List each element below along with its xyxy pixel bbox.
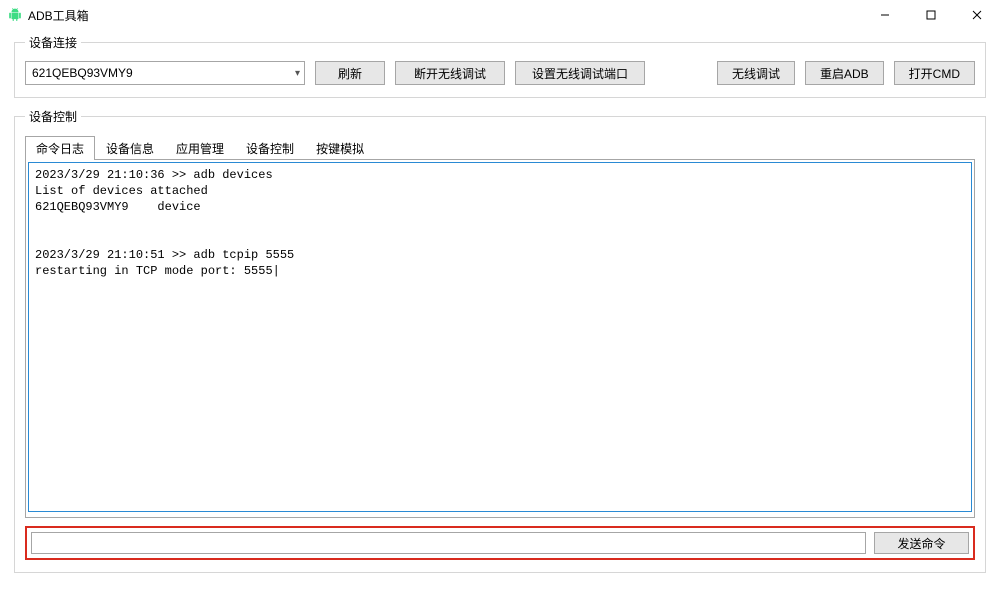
device-connect-group: 设备连接 621QEBQ93VMY9 ▾ 刷新 断开无线调试 设置无线调试端口 …	[14, 34, 986, 98]
device-select[interactable]: 621QEBQ93VMY9 ▾	[25, 61, 305, 85]
disconnect-wifi-button[interactable]: 断开无线调试	[395, 61, 505, 85]
set-wifi-port-button[interactable]: 设置无线调试端口	[515, 61, 645, 85]
window-controls	[862, 0, 1000, 30]
title-bar: ADB工具箱	[0, 0, 1000, 30]
tab-log[interactable]: 命令日志	[25, 136, 95, 160]
device-connect-legend: 设备连接	[25, 34, 81, 51]
device-control-group: 设备控制 命令日志 设备信息 应用管理 设备控制 按键模拟 发送命令	[14, 108, 986, 573]
log-output[interactable]	[28, 162, 972, 512]
window-title: ADB工具箱	[28, 7, 89, 24]
device-select-value: 621QEBQ93VMY9	[32, 66, 133, 80]
wifi-debug-button[interactable]: 无线调试	[717, 61, 795, 85]
close-button[interactable]	[954, 0, 1000, 30]
send-command-button[interactable]: 发送命令	[874, 532, 969, 554]
maximize-button[interactable]	[908, 0, 954, 30]
chevron-down-icon: ▾	[295, 68, 300, 79]
tab-apps[interactable]: 应用管理	[165, 136, 235, 160]
minimize-button[interactable]	[862, 0, 908, 30]
restart-adb-button[interactable]: 重启ADB	[805, 61, 884, 85]
refresh-button[interactable]: 刷新	[315, 61, 385, 85]
tab-info[interactable]: 设备信息	[95, 136, 165, 160]
tab-bar: 命令日志 设备信息 应用管理 设备控制 按键模拟	[25, 136, 975, 160]
open-cmd-button[interactable]: 打开CMD	[894, 61, 975, 85]
command-input[interactable]	[31, 532, 866, 554]
app-icon	[8, 8, 22, 22]
device-control-legend: 设备控制	[25, 108, 81, 125]
tab-keys[interactable]: 按键模拟	[305, 136, 375, 160]
tab-panel	[25, 159, 975, 518]
command-input-row: 发送命令	[25, 526, 975, 560]
tab-control[interactable]: 设备控制	[235, 136, 305, 160]
